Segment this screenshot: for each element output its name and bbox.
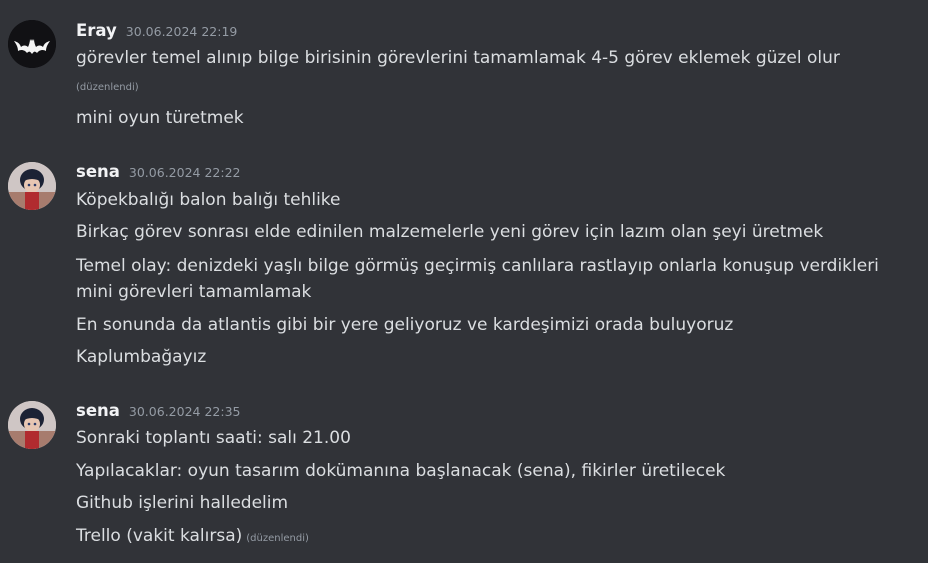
avatar[interactable]	[8, 401, 56, 449]
message-timestamp[interactable]: 30.06.2024 22:22	[129, 165, 241, 180]
author-name[interactable]: sena	[76, 401, 120, 420]
message-timestamp[interactable]: 30.06.2024 22:19	[126, 24, 238, 39]
message-line: Köpekbalığı balon balığı tehlike	[76, 190, 341, 210]
edited-label: (düzenlendi)	[246, 533, 309, 544]
message-line: En sonunda da atlantis gibi bir yere gel…	[76, 315, 734, 335]
message-line: Github işlerini halledelim	[76, 493, 289, 513]
message-text: Trello (vakit kalırsa)	[76, 526, 243, 546]
edited-label: (düzenlendi)	[76, 82, 139, 93]
message-line-with-edit: Trello (vakit kalırsa) (düzenlendi)	[76, 524, 309, 551]
message-line: Birkaç görev sonrası elde edinilen malze…	[76, 222, 824, 242]
message-line: Sonraki toplantı saati: salı 21.00	[76, 428, 351, 448]
author-name[interactable]: sena	[76, 162, 120, 181]
message-line: Yapılacaklar: oyun tasarım dokümanına ba…	[76, 461, 726, 481]
author-name[interactable]: Eray	[76, 21, 117, 40]
message-line: Temel olay: denizdeki yaşlı bilge görmüş…	[76, 256, 879, 276]
avatar[interactable]	[8, 20, 56, 68]
avatar[interactable]	[8, 162, 56, 210]
character-portrait-icon	[8, 162, 56, 210]
message-timestamp[interactable]: 30.06.2024 22:35	[129, 404, 241, 419]
character-portrait-icon	[8, 401, 56, 449]
message-line: mini görevleri tamamlamak	[76, 282, 312, 302]
message-line: Kaplumbağayız	[76, 347, 207, 367]
message-line: mini oyun türetmek	[76, 108, 244, 128]
message-line: görevler temel alınıp bilge birisinin gö…	[76, 48, 840, 68]
batman-logo-icon	[8, 20, 56, 68]
